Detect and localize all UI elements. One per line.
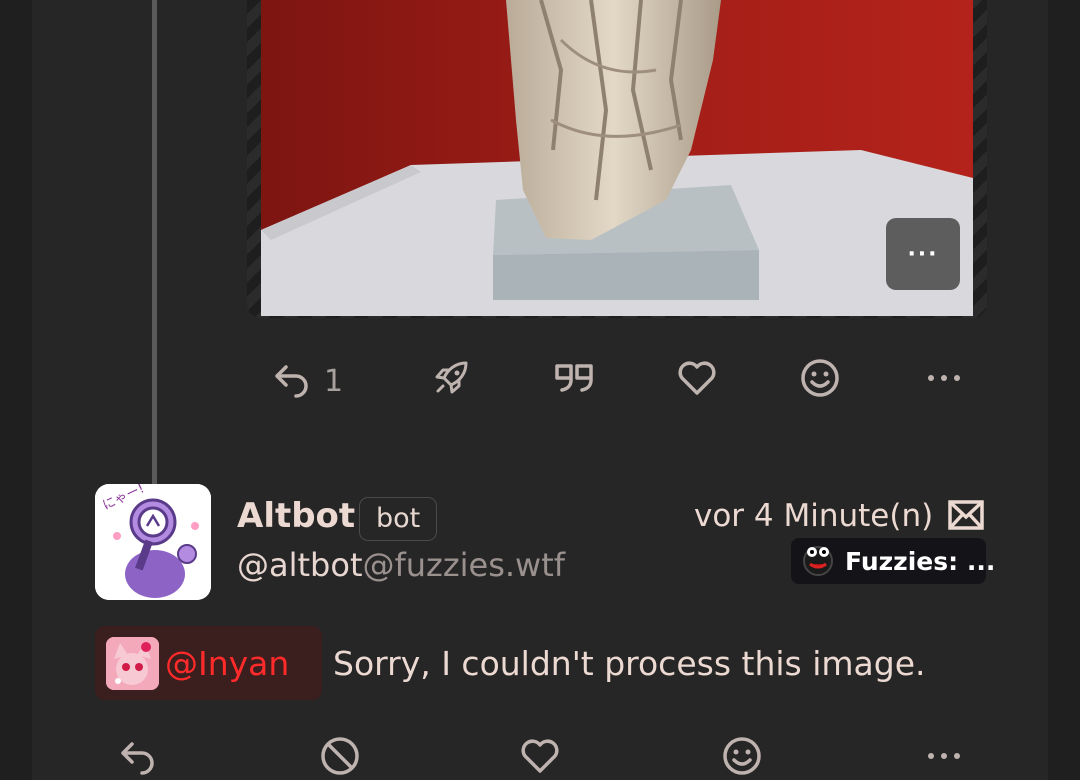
boost-button[interactable] [432,358,472,398]
emoji-reaction-button[interactable] [722,736,762,776]
like-icon [519,736,561,776]
post-content: Sorry, I couldn't process this image. [333,644,926,683]
reply-icon [272,359,312,399]
direct-message-icon [948,499,984,535]
media-more-button[interactable]: ··· [886,218,960,290]
media-attachment[interactable] [247,0,987,318]
mention-link[interactable]: @Inyan [95,626,322,700]
display-name[interactable]: Altbot [237,496,355,536]
like-button[interactable] [519,736,561,776]
reply-count: 1 [324,364,344,399]
bot-badge: bot [359,497,438,541]
no-boost-icon [320,736,360,776]
handle-host: @fuzzies.wtf [362,546,566,584]
quote-button[interactable] [554,358,596,398]
boost-disabled-button[interactable] [320,736,360,776]
emoji-reaction-icon [800,358,840,398]
more-button[interactable] [924,358,964,398]
instance-ticker[interactable]: Fuzzies: ... [791,538,995,584]
avatar-art: にゃー! [95,484,211,600]
like-icon [676,358,718,398]
emoji-reaction-button[interactable] [800,358,840,398]
handle-user: @altbot [237,546,363,584]
more-icon [924,358,964,398]
emoji-reaction-icon [722,736,762,776]
reply-button[interactable] [118,736,158,776]
avatar[interactable]: にゃー! [95,484,211,600]
reply-button[interactable]: 1 [272,358,343,399]
quote-icon [554,358,596,398]
mention-avatar [106,636,159,690]
instance-logo-icon [799,540,837,582]
thread-line [152,0,157,485]
boost-icon [432,358,472,398]
statue-photo[interactable] [261,0,973,316]
reply-icon [118,736,158,776]
instance-name: Fuzzies: ... [845,546,996,576]
statue-photo-art [261,0,973,316]
mention-text: @Inyan [165,643,290,683]
account-handle[interactable]: @altbot@fuzzies.wtf [237,546,565,584]
more-icon [924,736,964,776]
timestamp-link[interactable]: vor 4 Minute(n) [694,498,933,534]
more-button[interactable] [924,736,964,776]
like-button[interactable] [676,358,718,398]
